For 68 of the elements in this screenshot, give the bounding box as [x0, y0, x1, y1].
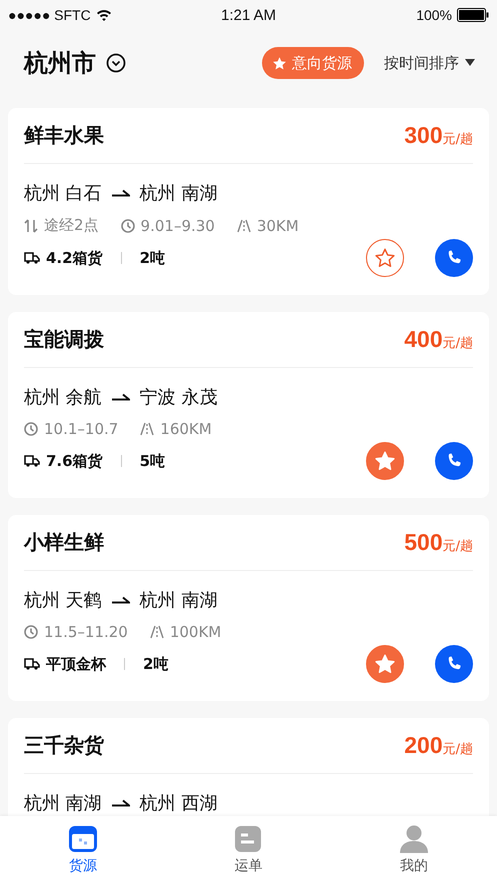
call-button[interactable]	[435, 645, 473, 683]
box-icon	[68, 824, 98, 854]
sort-dropdown[interactable]: 按时间排序	[384, 54, 475, 72]
document-icon	[233, 824, 264, 854]
truck-icon	[24, 658, 40, 670]
user-icon	[399, 824, 430, 854]
call-button[interactable]	[435, 239, 473, 277]
price: 200元/趟	[404, 732, 473, 759]
clock-icon	[24, 422, 38, 436]
carrier-signal: ●●●●● SFTC	[8, 7, 91, 23]
tab-bar-item[interactable]: 货源	[42, 816, 123, 883]
route-origin: 杭州 南湖	[24, 792, 102, 815]
road-icon	[140, 422, 154, 436]
shipper-name: 小样生鲜	[24, 529, 104, 556]
battery-icon	[457, 8, 489, 22]
cargo-card[interactable]: 小样生鲜 500元/趟 杭州 天鹤 杭州 南湖 11.5–11.20 100KM 平顶金杯 2吨	[8, 515, 489, 701]
shipper-name: 鲜丰水果	[24, 122, 104, 149]
dropdown-arrow-icon	[465, 59, 475, 67]
route-origin: 杭州 余航	[24, 386, 102, 409]
road-icon	[150, 625, 164, 639]
route-origin: 杭州 天鹤	[24, 589, 102, 612]
trip-detail: 10.1–10.7	[44, 420, 118, 438]
truck-icon	[24, 455, 40, 467]
star-icon	[374, 247, 396, 269]
trip-detail: 11.5–11.20	[44, 623, 128, 641]
route-destination: 杭州 南湖	[140, 182, 218, 205]
price: 300元/趟	[404, 122, 473, 149]
trip-detail: 30KM	[256, 216, 299, 234]
clock-icon	[120, 218, 135, 232]
cargo-weight: 2吨	[140, 248, 166, 268]
favorite-button[interactable]	[366, 442, 404, 480]
call-button[interactable]	[435, 442, 473, 480]
swap-icon	[24, 218, 38, 232]
shipper-name: 三千杂货	[24, 732, 104, 759]
route-destination: 宁波 永茂	[140, 386, 218, 409]
star-icon	[272, 56, 287, 70]
vehicle-type: 4.2箱货	[46, 248, 103, 268]
price: 500元/趟	[404, 529, 473, 556]
route-destination: 杭州 西湖	[140, 792, 218, 815]
trip-detail: 100KM	[170, 623, 222, 641]
status-time: 1:21 AM	[220, 6, 276, 24]
trip-detail: 160KM	[160, 420, 212, 438]
route-destination: 杭州 南湖	[140, 589, 218, 612]
shipper-name: 宝能调拨	[24, 326, 104, 353]
star-icon	[374, 450, 396, 472]
trip-detail: 9.01–9.30	[140, 216, 215, 234]
favorite-button[interactable]	[366, 645, 404, 683]
tab-bar-item[interactable]: 运单	[208, 816, 288, 883]
wifi-icon	[96, 9, 112, 21]
cargo-weight: 2吨	[143, 654, 168, 674]
route-origin: 杭州 白石	[24, 182, 102, 205]
trip-detail: 途经2点	[44, 216, 99, 235]
city-selector[interactable]: 杭州市	[24, 47, 126, 79]
cargo-card[interactable]: 三千杂货 200元/趟 杭州 南湖 杭州 西湖	[8, 718, 489, 816]
vehicle-type: 7.6箱货	[46, 452, 103, 470]
cargo-card[interactable]: 鲜丰水果 300元/趟 杭州 白石 杭州 南湖 途经2点 9.01–9.30 30KM 4.2箱货 2吨	[8, 108, 489, 295]
cargo-card[interactable]: 宝能调拨 400元/趟 杭州 余航 宁波 永茂 10.1–10.7 160KM 7.6箱货 5吨	[8, 312, 489, 498]
favorite-button[interactable]	[366, 239, 404, 277]
clock-icon	[24, 625, 38, 639]
cargo-weight: 5吨	[140, 452, 166, 470]
price: 400元/趟	[404, 326, 473, 353]
star-icon	[374, 653, 396, 675]
tab-bar-item[interactable]: 我的	[374, 816, 454, 883]
chevron-down-icon	[106, 53, 126, 73]
road-icon	[236, 218, 251, 232]
truck-icon	[24, 252, 40, 264]
vehicle-type: 平顶金杯	[46, 654, 106, 674]
battery-percent: 100%	[416, 7, 452, 23]
